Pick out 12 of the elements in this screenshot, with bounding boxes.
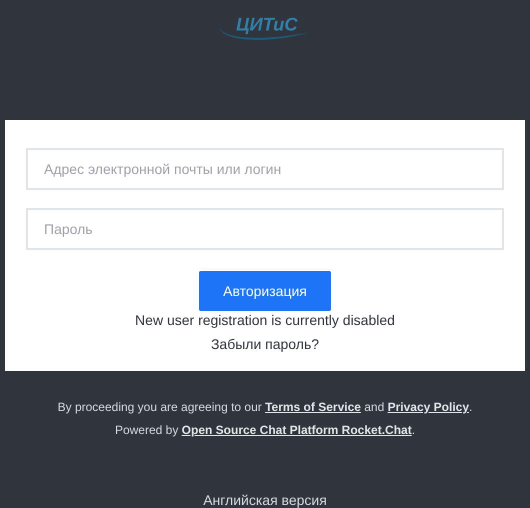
rocket-chat-link[interactable]: Open Source Chat Platform Rocket.Chat: [182, 423, 412, 437]
language-link[interactable]: Английская версия: [203, 492, 327, 508]
powered-by-notice: Powered by Open Source Chat Platform Rocket.Chat.: [114, 422, 416, 439]
login-button[interactable]: Авторизация: [199, 271, 331, 311]
logo: ЦИТиС: [210, 8, 320, 46]
forgot-password-link[interactable]: Забыли пароль?: [210, 336, 320, 352]
email-field[interactable]: Адрес электронной почты или логин: [26, 148, 504, 190]
terms-notice: By proceeding you are agreeing to our Terms of Service and Privacy Policy.: [58, 399, 472, 416]
registration-note: New user registration is currently disabled: [135, 312, 395, 328]
password-field[interactable]: Пароль: [26, 208, 504, 250]
terms-link[interactable]: Terms of Service: [265, 400, 361, 414]
privacy-link[interactable]: Privacy Policy: [388, 400, 470, 414]
